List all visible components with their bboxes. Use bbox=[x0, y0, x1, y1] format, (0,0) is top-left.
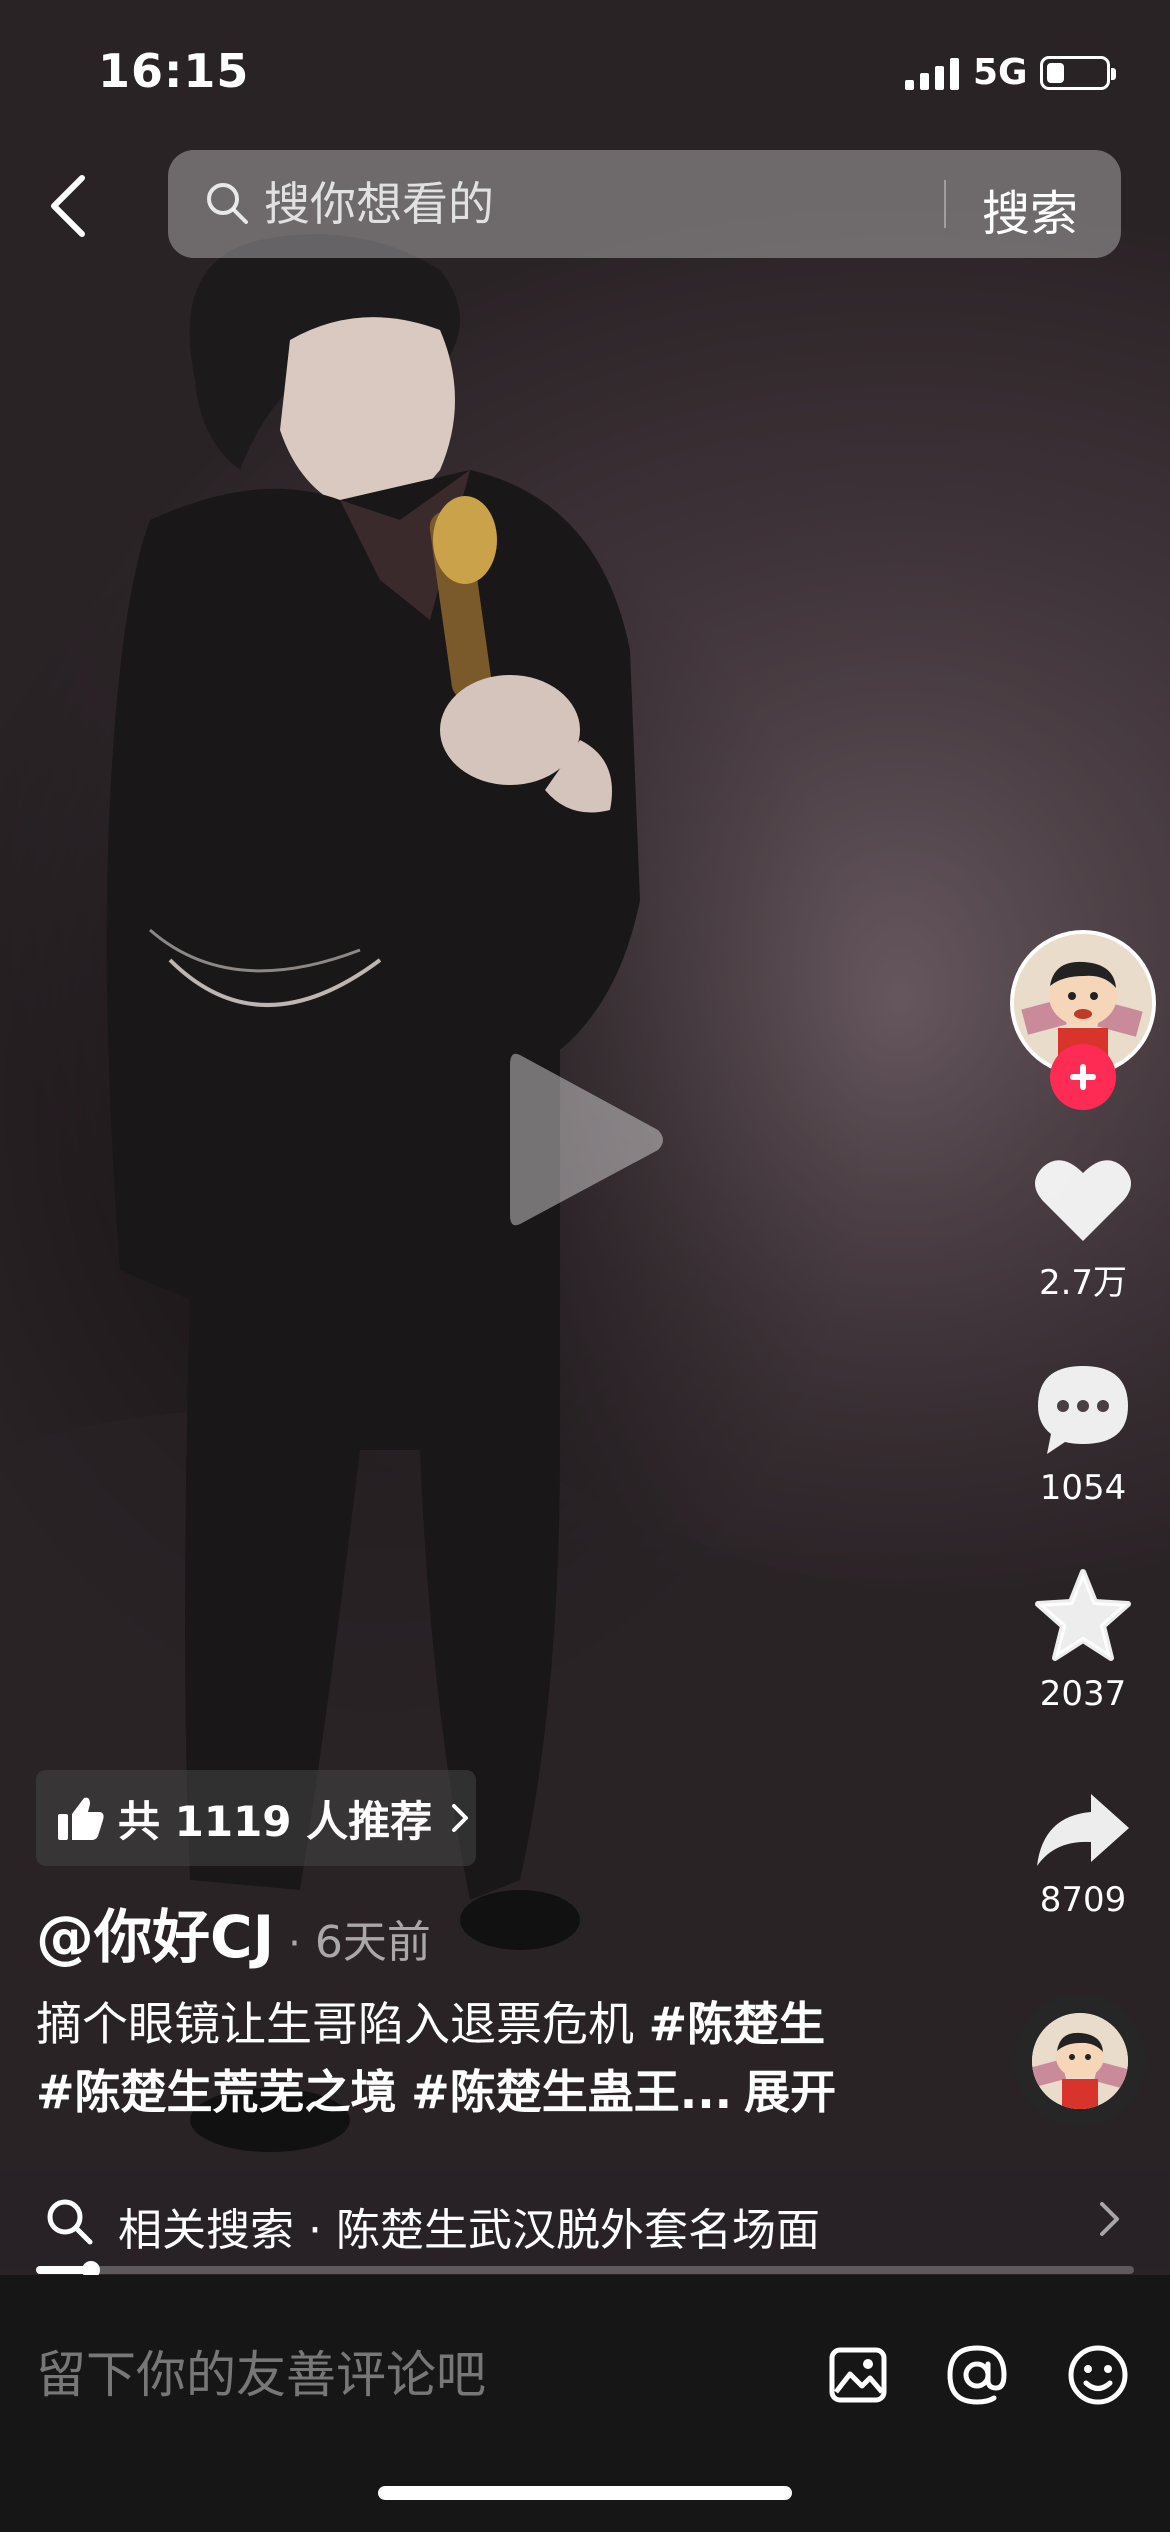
share-icon bbox=[1037, 1794, 1129, 1866]
image-picker-button[interactable] bbox=[818, 2335, 898, 2415]
thumbs-up-icon bbox=[58, 1797, 104, 1840]
hashtag[interactable]: #陈楚生荒芜之境 bbox=[36, 2065, 397, 2119]
search-input[interactable] bbox=[264, 174, 964, 234]
at-sign-icon bbox=[947, 2345, 1007, 2405]
hashtag[interactable]: #陈楚生蛊王... bbox=[411, 2065, 732, 2119]
recommend-label: 共 1119 人推荐 bbox=[118, 1796, 433, 1846]
video-progress-handle[interactable] bbox=[81, 2261, 100, 2275]
post-date: 6天前 bbox=[314, 1917, 431, 1968]
status-bar: 16:15 5G bbox=[0, 0, 1170, 150]
author-row: @你好CJ · 6天前 bbox=[36, 1890, 431, 1974]
share-count: 8709 bbox=[1039, 1880, 1127, 1920]
emoji-button[interactable] bbox=[1058, 2335, 1138, 2415]
comment-count: 1054 bbox=[1039, 1468, 1127, 1508]
heart-icon bbox=[1035, 1160, 1131, 1241]
video-caption[interactable]: 摘个眼镜让生哥陷入退票危机 #陈楚生 #陈楚生荒芜之境 #陈楚生蛊王... 展开 bbox=[36, 1990, 916, 2126]
chevron-right-icon bbox=[1100, 2202, 1119, 2236]
caption-text: 摘个眼镜让生哥陷入退票危机 bbox=[36, 1997, 649, 2051]
music-disc[interactable] bbox=[1014, 1995, 1146, 2127]
search-icon bbox=[47, 2199, 93, 2245]
comment-icon bbox=[1038, 1366, 1128, 1454]
share-button[interactable]: 8709 bbox=[1010, 1790, 1156, 1920]
status-time: 16:15 bbox=[98, 44, 250, 98]
separator-dot: · bbox=[288, 1921, 301, 1967]
action-rail: 2.7万 1054 2037 8709 bbox=[1010, 0, 1158, 2275]
favorite-count: 2037 bbox=[1039, 1674, 1127, 1714]
author-name[interactable]: @你好CJ bbox=[36, 1890, 274, 1974]
chevron-left-icon bbox=[51, 175, 85, 237]
follow-button[interactable] bbox=[1050, 1044, 1116, 1110]
star-icon bbox=[1035, 1569, 1131, 1661]
play-icon[interactable] bbox=[500, 1045, 670, 1235]
plus-icon bbox=[1070, 1064, 1096, 1090]
search-divider bbox=[944, 180, 946, 228]
emoji-icon bbox=[1068, 2345, 1128, 2405]
video-progress-bar[interactable] bbox=[36, 2261, 1134, 2275]
signal-icon bbox=[905, 58, 959, 90]
home-indicator bbox=[378, 2486, 792, 2500]
hashtag[interactable]: #陈楚生 bbox=[649, 1997, 826, 2051]
like-button[interactable]: 2.7万 bbox=[1010, 1155, 1156, 1304]
like-count: 2.7万 bbox=[1038, 1263, 1128, 1303]
favorite-button[interactable]: 2037 bbox=[1010, 1568, 1156, 1714]
mention-button[interactable] bbox=[937, 2335, 1017, 2415]
image-icon bbox=[829, 2347, 887, 2403]
search-bar[interactable]: 搜索 bbox=[168, 150, 1121, 258]
related-search-label: 相关搜索 · 陈楚生武汉脱外套名场面 bbox=[118, 2205, 820, 2256]
comment-button[interactable]: 1054 bbox=[1010, 1362, 1156, 1508]
comment-input[interactable] bbox=[36, 2335, 776, 2415]
recommend-banner[interactable]: 共 1119 人推荐 bbox=[36, 1770, 476, 1866]
chevron-right-icon bbox=[452, 1804, 469, 1832]
music-cover-image bbox=[1032, 2013, 1128, 2109]
comment-bar bbox=[0, 2275, 1170, 2532]
search-icon bbox=[207, 183, 248, 224]
back-button[interactable] bbox=[38, 168, 98, 244]
related-search-bar[interactable]: 相关搜索 · 陈楚生武汉脱外套名场面 bbox=[0, 2170, 1170, 2270]
expand-button[interactable]: 展开 bbox=[744, 2065, 836, 2119]
video-player[interactable]: 16:15 5G 搜索 bbox=[0, 0, 1170, 2275]
